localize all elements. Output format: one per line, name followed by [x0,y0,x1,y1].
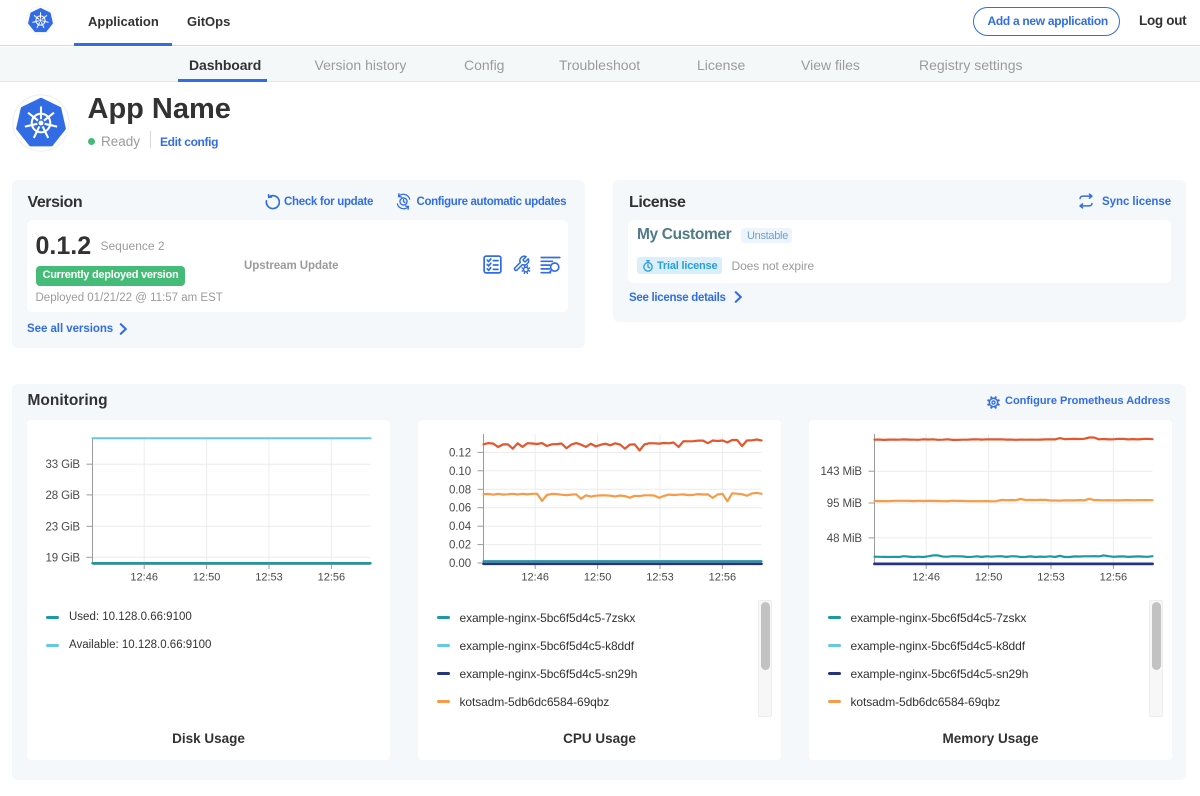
svg-text:12:46: 12:46 [912,572,940,584]
svg-text:0.00: 0.00 [449,558,471,570]
svg-text:12:50: 12:50 [975,572,1003,584]
svg-text:12:50: 12:50 [193,572,221,584]
svg-text:12:56: 12:56 [1100,572,1128,584]
svg-text:143 MiB: 143 MiB [821,466,863,478]
svg-text:12:53: 12:53 [646,572,674,584]
svg-text:33 GiB: 33 GiB [45,459,80,471]
svg-text:0.04: 0.04 [449,521,472,533]
svg-text:12:46: 12:46 [130,572,158,584]
svg-text:12:53: 12:53 [255,572,283,584]
svg-text:0.10: 0.10 [449,466,471,478]
svg-text:95 MiB: 95 MiB [827,498,863,510]
svg-text:12:56: 12:56 [709,572,737,584]
svg-text:28 GiB: 28 GiB [45,490,80,502]
svg-text:0.02: 0.02 [449,540,471,552]
svg-text:48 MiB: 48 MiB [827,533,863,545]
svg-text:19 GiB: 19 GiB [45,552,80,564]
svg-text:12:53: 12:53 [1037,572,1065,584]
svg-text:0.08: 0.08 [449,484,471,496]
svg-text:0.12: 0.12 [449,447,471,459]
svg-text:12:56: 12:56 [318,572,346,584]
svg-text:12:46: 12:46 [521,572,549,584]
svg-text:12:50: 12:50 [584,572,612,584]
svg-text:23 GiB: 23 GiB [45,521,80,533]
svg-text:0.06: 0.06 [449,503,471,515]
